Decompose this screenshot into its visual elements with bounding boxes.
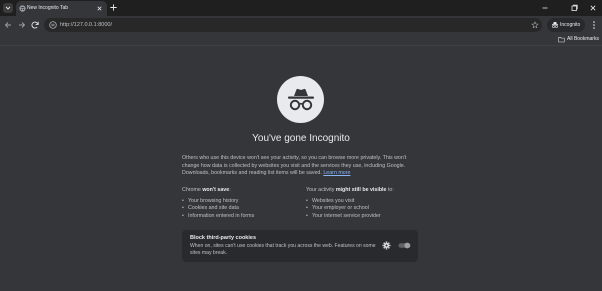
intro-paragraph: Others who use this device won't see you… bbox=[182, 155, 422, 178]
bookmarks-bar: All Bookmarks bbox=[0, 34, 602, 46]
new-tab-plus-icon[interactable] bbox=[109, 3, 118, 12]
close-window-icon[interactable] bbox=[588, 3, 598, 13]
incognito-indicator[interactable]: Incognito bbox=[547, 18, 585, 32]
list-item: Cookies and site data bbox=[182, 205, 292, 213]
toolbar: http://127.0.0.1:8000/ Incognito bbox=[0, 16, 602, 34]
heading-suffix: : bbox=[229, 187, 231, 193]
restore-icon[interactable] bbox=[569, 3, 579, 13]
settings-gear-icon[interactable] bbox=[382, 241, 391, 250]
all-bookmarks-link[interactable]: All Bookmarks bbox=[567, 36, 599, 43]
still-visible-list: Websites you visit Your employer or scho… bbox=[306, 198, 422, 221]
page-title: You've gone Incognito bbox=[252, 133, 350, 144]
forward-arrow-icon[interactable] bbox=[17, 20, 27, 30]
bookmark-star-icon[interactable] bbox=[531, 21, 539, 29]
back-arrow-icon[interactable] bbox=[3, 20, 13, 30]
tab-search-button[interactable] bbox=[3, 3, 13, 13]
incognito-hero bbox=[277, 76, 324, 123]
address-bar[interactable]: http://127.0.0.1:8000/ bbox=[44, 18, 542, 32]
wont-save-section: Chrome won't save: Your browsing history… bbox=[182, 187, 292, 220]
incognito-new-tab-page: You've gone Incognito Others who use thi… bbox=[0, 46, 602, 291]
list-item: Information entered in forms bbox=[182, 213, 292, 221]
wont-save-heading: Chrome won't save: bbox=[182, 187, 292, 195]
tab-new-incognito[interactable]: New Incognito Tab bbox=[16, 1, 107, 16]
wont-save-list: Your browsing history Cookies and site d… bbox=[182, 198, 292, 221]
more-menu-icon[interactable] bbox=[591, 20, 597, 30]
folder-icon[interactable] bbox=[558, 36, 565, 43]
still-visible-section: Your activity might still be visible to:… bbox=[306, 187, 422, 220]
heading-prefix: Chrome bbox=[182, 187, 203, 193]
minimize-icon[interactable] bbox=[540, 3, 550, 13]
chevron-down-icon bbox=[5, 6, 11, 10]
cookie-card-description: When on, sites can't use cookies that tr… bbox=[190, 243, 376, 256]
list-item: Your browsing history bbox=[182, 198, 292, 206]
learn-more-link[interactable]: Learn more bbox=[323, 170, 350, 176]
third-party-cookies-card: Block third-party cookies When on, sites… bbox=[182, 230, 418, 262]
block-cookies-toggle[interactable] bbox=[398, 242, 411, 249]
tab-strip: New Incognito Tab bbox=[0, 0, 602, 16]
list-item: Your internet service provider bbox=[306, 213, 422, 221]
tab-title: New Incognito Tab bbox=[27, 5, 69, 11]
incognito-tab-icon bbox=[19, 5, 26, 12]
heading-suffix: to: bbox=[386, 187, 394, 193]
incognito-spy-icon bbox=[287, 88, 314, 110]
reload-icon[interactable] bbox=[30, 20, 40, 30]
site-info-icon[interactable] bbox=[49, 21, 57, 29]
heading-prefix: Your activity bbox=[306, 187, 336, 193]
list-item: Your employer or school bbox=[306, 205, 422, 213]
close-icon[interactable] bbox=[96, 5, 103, 12]
url-text[interactable]: http://127.0.0.1:8000/ bbox=[60, 21, 112, 29]
incognito-icon bbox=[552, 22, 558, 28]
intro-text: Others who use this device won't see you… bbox=[182, 155, 407, 176]
heading-bold: won't save bbox=[202, 187, 230, 193]
cookie-card-title: Block third-party cookies bbox=[190, 235, 257, 241]
still-visible-heading: Your activity might still be visible to: bbox=[306, 187, 422, 195]
heading-bold: might still be visible bbox=[335, 187, 387, 193]
incognito-label: Incognito bbox=[560, 22, 581, 28]
list-item: Websites you visit bbox=[306, 198, 422, 206]
